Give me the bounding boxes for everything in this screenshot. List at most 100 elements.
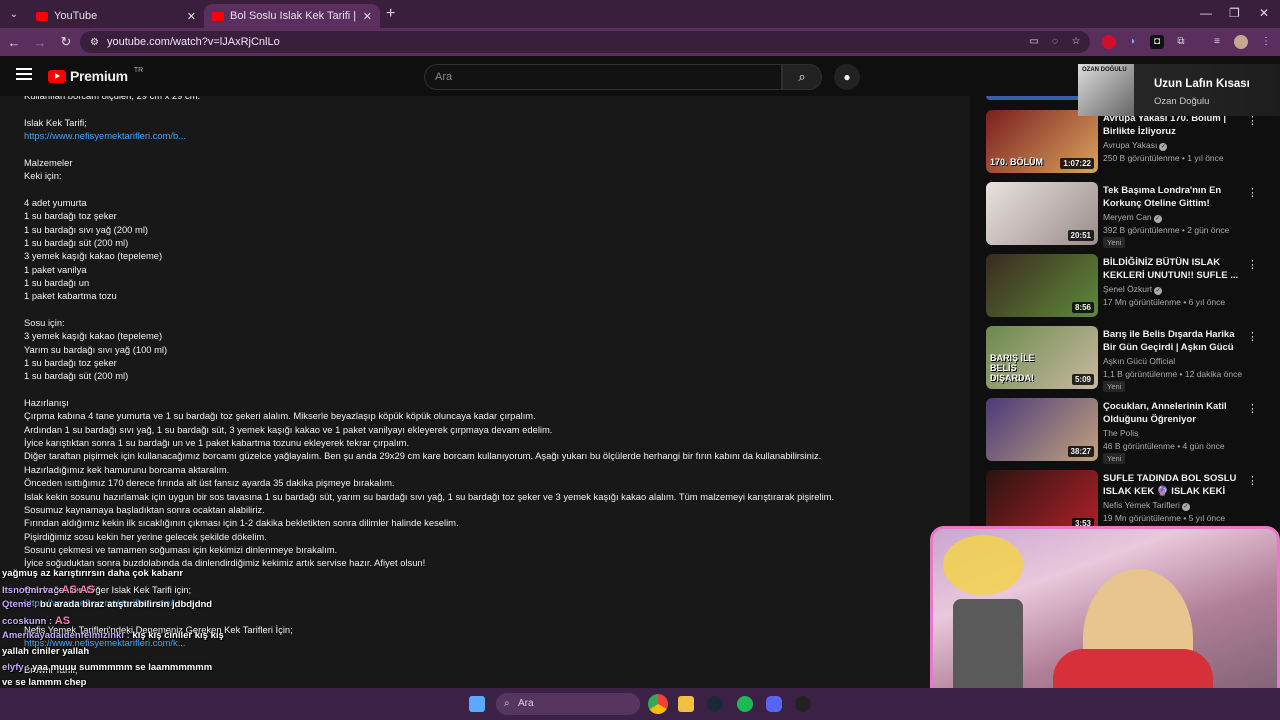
chat-username[interactable]: Itsnotmirva : <box>2 585 59 596</box>
video-title[interactable]: Çocukları, Annelerinin Katil Olduğunu Öğ… <box>1103 400 1243 426</box>
spotify-icon[interactable] <box>737 696 753 712</box>
youtube-premium-logo[interactable]: Premium TR <box>48 66 144 84</box>
cast-icon[interactable]: ▭ <box>1027 35 1041 49</box>
verified-check-icon: ✓ <box>1153 215 1162 223</box>
chrome-icon[interactable] <box>648 694 668 714</box>
file-explorer-icon[interactable] <box>678 696 694 712</box>
site-info-icon[interactable]: ⚙ <box>90 37 99 48</box>
video-thumbnail[interactable]: BARIŞ İLE BELİS DIŞARDA! 5:09 <box>986 326 1098 389</box>
description-line: Islak kekin sosunu hazırlamak için uygun… <box>24 490 835 502</box>
recommended-video[interactable]: 38:27 Çocukları, Annelerinin Katil Olduğu… <box>986 398 1266 464</box>
address-toolbar: ← → ↻ ⚙ youtube.com/watch?v=lJAxRjCnlLo … <box>0 28 1280 56</box>
video-duration: 20:51 <box>1067 230 1094 241</box>
extension-dark-icon[interactable]: ◘ <box>1150 35 1164 49</box>
more-options-icon[interactable]: ⋮ <box>1247 474 1258 487</box>
description-line: İyice karıştıktan sonra 1 su bardağı un … <box>24 437 410 449</box>
chat-text: yallah ciniler yallah <box>2 646 90 657</box>
url-field[interactable]: ⚙ youtube.com/watch?v=lJAxRjCnlLo <box>80 31 1090 53</box>
profile-avatar-icon[interactable] <box>1234 35 1248 49</box>
chat-message: yağmuş az karıştırırsın daha çok kabarır <box>2 568 183 579</box>
video-title[interactable]: Tek Başıma Londra'nın En Korkunç Oteline… <box>1103 184 1243 210</box>
tab-recipe-video[interactable]: Bol Soslu Islak Kek Tarifi | Nasıl ✕ <box>204 4 380 28</box>
start-windows-icon[interactable] <box>469 696 485 712</box>
description-line: Pişirdiğimiz sosu kekin her yerine gelec… <box>24 530 267 542</box>
extension-translate-icon[interactable]: ◗ <box>1126 35 1140 49</box>
chat-text: yaa muuu summmmm se laammmmmm <box>32 661 213 673</box>
description-link[interactable]: https://www.nefisyemektarifleri.com/b... <box>24 130 186 141</box>
more-options-icon[interactable]: ⋮ <box>1247 330 1258 343</box>
video-duration: 3:53 <box>1071 518 1094 526</box>
close-tab-icon[interactable]: ✕ <box>363 10 372 23</box>
description-line: 1 paket kabartma tozu <box>24 290 117 302</box>
extensions-puzzle-icon[interactable]: ⧉ <box>1174 35 1188 49</box>
video-duration: 1:07:22 <box>1060 158 1094 169</box>
video-duration: 5:09 <box>1071 374 1094 385</box>
reload-icon[interactable]: ↻ <box>54 34 78 50</box>
chat-username[interactable]: elyfy : <box>2 662 29 673</box>
close-window-icon[interactable]: ✕ <box>1259 6 1269 20</box>
obs-icon[interactable] <box>795 696 811 712</box>
region-code: TR <box>133 66 144 74</box>
video-thumbnail[interactable]: 38:27 <box>986 398 1098 461</box>
channel-name[interactable]: Aşkın Gücü Official <box>1103 356 1175 366</box>
maximize-icon[interactable]: ❐ <box>1229 6 1240 20</box>
description-line: 3 yemek kaşığı kakao (tepeleme) <box>24 330 163 342</box>
new-tab-icon[interactable]: + <box>386 5 395 23</box>
chat-username[interactable]: ccoskunn : <box>2 616 52 627</box>
album-art-label: OZAN DOĞULU <box>1082 67 1127 73</box>
video-title[interactable]: SUFLE TADINDA BOL SOSLU ISLAK KEK 🔮 ISLA… <box>1103 472 1243 499</box>
taskbar-search[interactable]: Ara <box>496 693 640 715</box>
voice-search-button[interactable]: ● <box>834 64 860 90</box>
search-icon: ⌕ <box>798 69 806 84</box>
recommended-video[interactable]: 8:56 BİLDİĞİNİZ BÜTÜN ISLAK KEKLERİ UNUTU… <box>986 254 1266 318</box>
video-thumbnail[interactable]: 3:53 <box>986 470 1098 526</box>
close-tab-icon[interactable]: ✕ <box>187 10 196 23</box>
browser-menu-icon[interactable]: ⋮ <box>1259 35 1273 49</box>
video-duration: 8:56 <box>1071 302 1094 313</box>
video-thumbnail[interactable]: 8:56 <box>986 254 1098 317</box>
tab-search-icon[interactable]: ⌄ <box>0 9 28 20</box>
recommended-video[interactable]: BARIŞ İLE BELİS DIŞARDA! 5:09 Barış ile Be… <box>986 326 1266 392</box>
recommended-video[interactable]: 3:53 SUFLE TADINDA BOL SOSLU ISLAK KEK 🔮 … <box>986 470 1266 526</box>
search-button[interactable]: ⌕ <box>782 64 822 90</box>
back-icon[interactable]: ← <box>2 35 26 50</box>
verified-check-icon: ✓ <box>1154 287 1163 295</box>
hamburger-menu-icon[interactable] <box>16 68 32 80</box>
description-line: 1 su bardağı toz şeker <box>24 357 117 368</box>
search-input[interactable]: Ara <box>424 64 782 90</box>
bookmark-star-icon[interactable]: ☆ <box>1069 35 1083 49</box>
more-options-icon[interactable]: ⋮ <box>1247 258 1258 271</box>
chat-username[interactable]: Qteme : <box>2 599 37 610</box>
channel-name[interactable]: Avrupa Yakası ✓ <box>1103 140 1168 151</box>
description-line: Malzemeler <box>24 156 73 168</box>
description-line: Sosumuz kaynamaya başladıktan sonra ocak… <box>24 503 265 515</box>
forward-icon[interactable]: → <box>28 35 52 50</box>
video-title[interactable]: Barış ile Belis Dışarda Harika Bir Gün G… <box>1103 328 1243 355</box>
tab-youtube[interactable]: YouTube ✕ <box>28 4 204 28</box>
channel-name[interactable]: Şenel Özkurt ✓ <box>1103 284 1163 295</box>
discord-icon[interactable] <box>766 696 782 712</box>
new-badge: Yeni <box>1103 381 1126 392</box>
more-options-icon[interactable]: ⋮ <box>1247 186 1258 199</box>
chat-username[interactable]: Amerikayadaıdenfelmizinkı : <box>2 630 130 641</box>
steam-icon[interactable] <box>707 696 723 712</box>
chat-message: Qteme : bu arada biraz atıştırabilirsin … <box>2 599 212 610</box>
channel-name[interactable]: Nefis Yemek Tarifleri ✓ <box>1103 500 1190 511</box>
description-line: 1 paket vanilya <box>24 263 87 275</box>
url-text: youtube.com/watch?v=lJAxRjCnlLo <box>106 36 280 48</box>
video-title[interactable]: BİLDİĞİNİZ BÜTÜN ISLAK KEKLERİ UNUTUN!! … <box>1103 256 1243 282</box>
browser-tab-strip: ⌄ YouTube ✕ Bol Soslu Islak Kek Tarifi |… <box>0 0 1280 28</box>
recommended-video[interactable]: 170. BÖLÜM 1:07:22 Avrupa Yakası 170. Bölü… <box>986 110 1266 174</box>
description-line: 3 yemek kaşığı kakao (tepeleme) <box>24 250 163 262</box>
video-thumbnail[interactable]: 170. BÖLÜM 1:07:22 <box>986 110 1098 173</box>
recommended-video[interactable]: 20:51 Tek Başıma Londra'nın En Korkunç Ot… <box>986 182 1266 248</box>
minimize-icon[interactable]: — <box>1200 6 1212 20</box>
reading-list-icon[interactable]: ≡ <box>1210 35 1224 49</box>
more-options-icon[interactable]: ⋮ <box>1247 402 1258 415</box>
album-art: OZAN DOĞULU <box>1078 64 1134 116</box>
extension-red-icon[interactable] <box>1102 35 1116 49</box>
video-thumbnail[interactable]: 20:51 <box>986 182 1098 245</box>
channel-name[interactable]: The Polis <box>1103 428 1138 438</box>
channel-name[interactable]: Meryem Can ✓ <box>1103 212 1162 223</box>
eye-off-icon[interactable]: ◌ <box>1048 35 1062 49</box>
